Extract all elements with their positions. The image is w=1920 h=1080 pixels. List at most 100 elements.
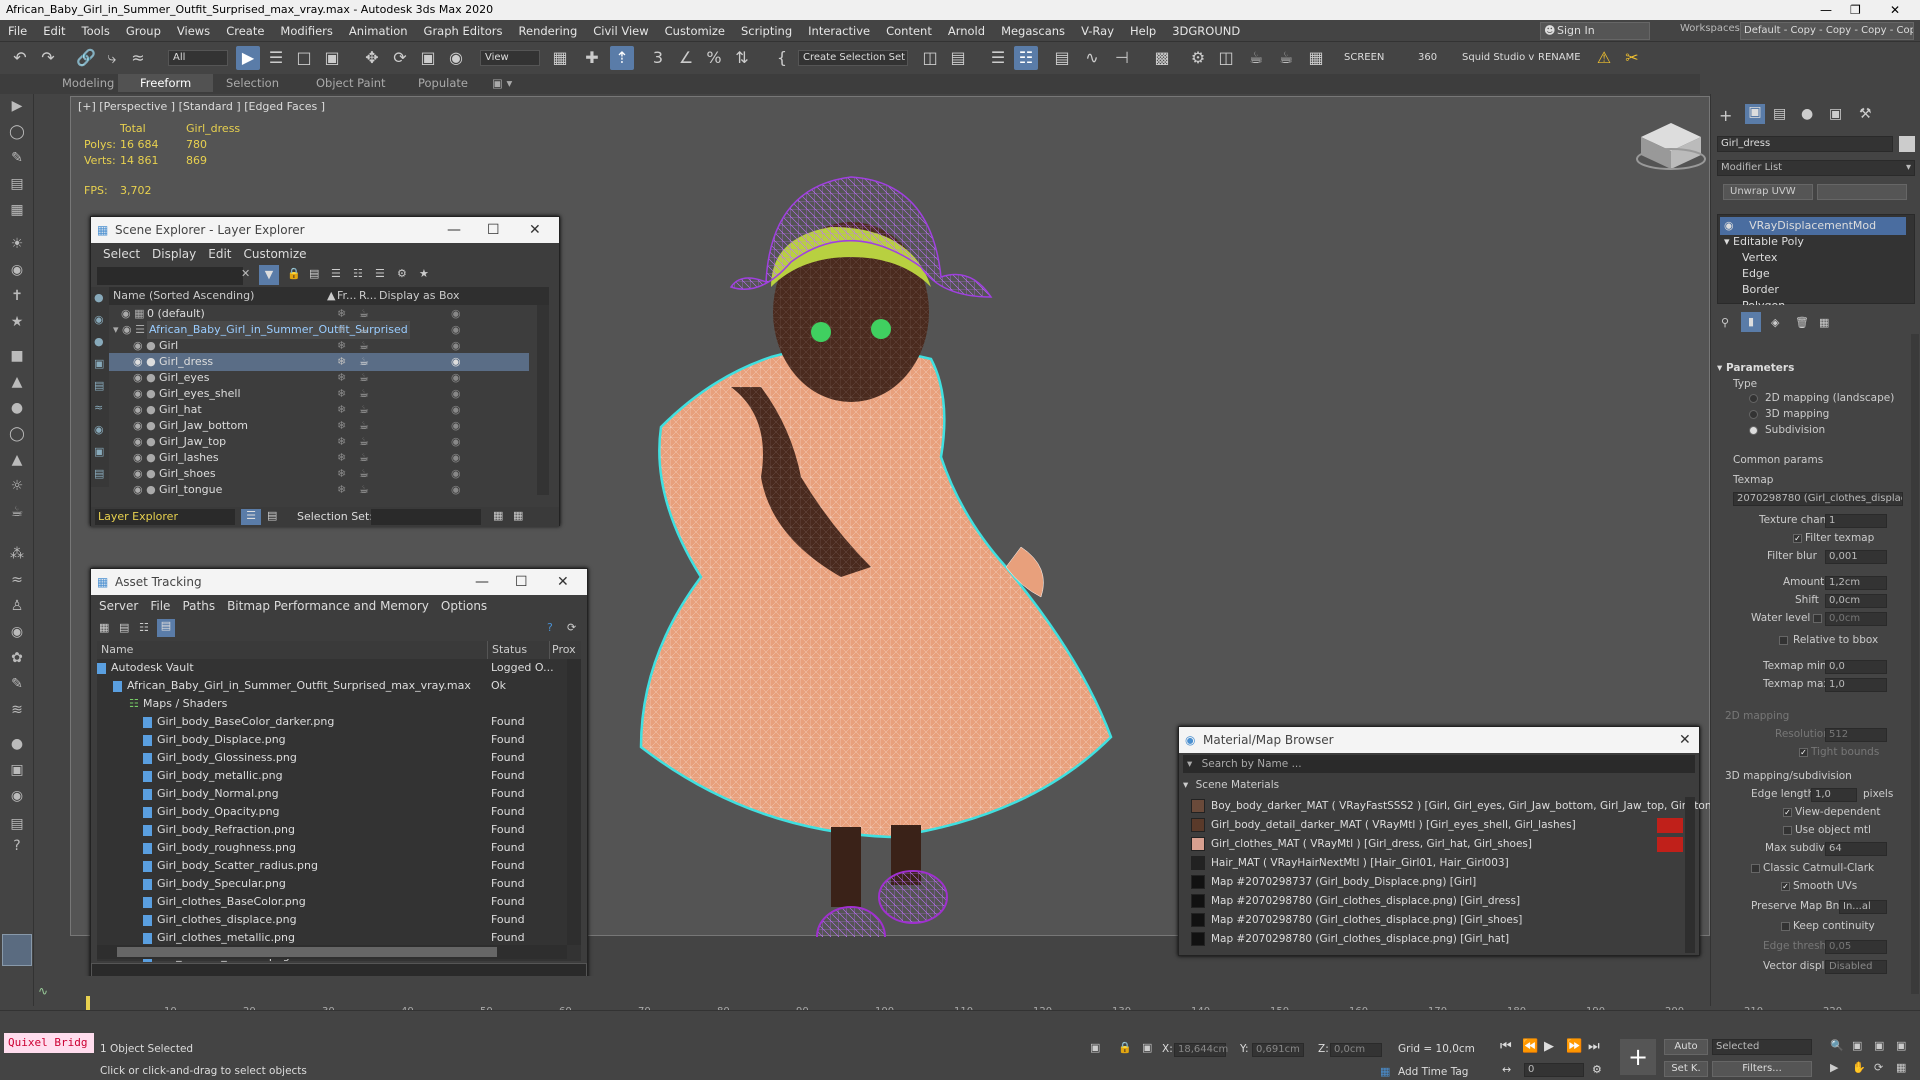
scale-icon[interactable]: ▣: [416, 46, 440, 70]
layer-settings-icon[interactable]: ⚙: [397, 267, 407, 280]
align-icon[interactable]: ▤: [946, 46, 970, 70]
menu-animation[interactable]: Animation: [341, 20, 416, 42]
reference-coordinate-dropdown[interactable]: View: [480, 50, 540, 66]
filter-icon[interactable]: ▼: [259, 265, 279, 285]
next-frame-icon[interactable]: ⏩: [1566, 1039, 1582, 1054]
vray-frame-buffer-icon[interactable]: ▦: [1304, 46, 1328, 70]
rename-button[interactable]: RENAME: [1538, 52, 1581, 63]
stack-item-polygon[interactable]: Polygon: [1742, 297, 1920, 305]
unwrap-uvw-button[interactable]: Unwrap UVW: [1723, 184, 1813, 200]
asset-row[interactable]: Girl_body_metallic.png Found: [97, 767, 567, 785]
modifier-list-dropdown[interactable]: Modifier List ▾: [1717, 160, 1915, 176]
render-production-icon[interactable]: ☕: [1244, 46, 1268, 70]
asset-row[interactable]: Girl_clothes_displace.png Found: [97, 911, 567, 929]
col-asset-proxy[interactable]: Prox: [549, 641, 576, 659]
light-icon[interactable]: ☼: [7, 476, 27, 496]
radio-subdivision[interactable]: [1749, 426, 1758, 435]
material-editor-icon[interactable]: ▩: [1150, 46, 1174, 70]
menu-content[interactable]: Content: [878, 20, 940, 42]
list-view-icon[interactable]: ▦: [99, 621, 109, 634]
material-browser-titlebar[interactable]: ◉ Material/Map Browser ✕: [1179, 727, 1699, 753]
col-freeze-header[interactable]: Fr...: [337, 287, 357, 305]
key-filters-button[interactable]: Filters...: [1712, 1061, 1812, 1077]
asset-row[interactable]: Girl_body_BaseColor_darker.png Found: [97, 713, 567, 731]
tab-freeform[interactable]: Freeform: [118, 74, 214, 92]
selection-filter-dropdown[interactable]: All: [168, 50, 228, 66]
rendered-frame-window-icon[interactable]: ◫: [1214, 46, 1238, 70]
asset-row[interactable]: Girl_body_Scatter_radius.png Found: [97, 857, 567, 875]
biped-icon[interactable]: ♙: [7, 596, 27, 616]
layer-highlight-icon[interactable]: ★: [419, 267, 429, 280]
rectangular-selection-icon[interactable]: □: [292, 46, 316, 70]
material-row[interactable]: Map #2070298780 (Girl_clothes_displace.p…: [1179, 930, 1699, 949]
maximize-button[interactable]: ❐: [1850, 0, 1861, 20]
leaf-icon[interactable]: ✿: [7, 648, 27, 668]
window-crossing-icon[interactable]: ▣: [320, 46, 344, 70]
warning-icon[interactable]: ⚠: [1592, 46, 1616, 70]
detail-view-icon[interactable]: ▤: [119, 621, 129, 634]
texture-chan-spinner[interactable]: 1: [1825, 514, 1887, 528]
create-tab-icon[interactable]: +: [1719, 106, 1732, 125]
add-to-layer-icon[interactable]: ☰: [331, 267, 341, 280]
grid-icon[interactable]: ▦: [7, 200, 27, 220]
asset-table-v-scrollbar[interactable]: [567, 659, 581, 945]
menu-megascans[interactable]: Megascans: [993, 20, 1073, 42]
at-menu-file[interactable]: File: [144, 599, 176, 613]
time-config-icon[interactable]: ⚙: [1592, 1063, 1602, 1076]
texmap-min-spinner[interactable]: 0,0: [1825, 660, 1887, 674]
se-menu-edit[interactable]: Edit: [202, 247, 237, 261]
shift-spinner[interactable]: 0,0cm: [1825, 594, 1887, 608]
timeline-track[interactable]: ∿: [34, 976, 1710, 1010]
lock-icon[interactable]: 🔒: [287, 267, 301, 280]
time-tag-icon[interactable]: ▦: [1380, 1065, 1390, 1078]
material-sphere-icon[interactable]: ●: [7, 734, 27, 754]
named-selection-set-dropdown[interactable]: Create Selection Set: [798, 50, 908, 66]
col-display-box-header[interactable]: Display as Box: [379, 287, 459, 305]
asset-row[interactable]: African_Baby_Girl_in_Summer_Outfit_Surpr…: [97, 677, 567, 695]
radio-3d-mapping[interactable]: [1749, 410, 1758, 419]
set-key-button[interactable]: Set K.: [1664, 1061, 1708, 1077]
asset-tracking-titlebar[interactable]: ▦ Asset Tracking — ☐ ✕: [91, 569, 587, 595]
modify-tab-icon[interactable]: ▣: [1745, 104, 1765, 124]
filter-blur-spinner[interactable]: 0,001: [1825, 550, 1887, 564]
use-object-mtl-checkbox[interactable]: [1783, 826, 1792, 835]
hierarchy-tab-icon[interactable]: ▤: [1773, 106, 1786, 122]
bone-icon[interactable]: ✝: [7, 286, 27, 306]
spinner-snap-icon[interactable]: ⇅: [730, 46, 754, 70]
box-icon[interactable]: ■: [7, 346, 27, 366]
menu-3dground[interactable]: 3DGROUND: [1164, 20, 1248, 42]
current-frame-field[interactable]: 0: [1524, 1063, 1584, 1077]
display-shapes-icon[interactable]: ●: [94, 335, 104, 348]
zoom-all-icon[interactable]: ▣: [1852, 1039, 1862, 1052]
material-row[interactable]: Hair_MAT ( VRayHairNextMtl ) [Hair_Girl0…: [1179, 854, 1699, 873]
texmap-button[interactable]: 2070298780 (Girl_clothes_displac: [1733, 492, 1903, 506]
material-browser-scrollbar[interactable]: [1685, 797, 1695, 953]
display-tab-icon[interactable]: ▣: [1829, 106, 1842, 122]
render-icon[interactable]: ▣: [7, 760, 27, 780]
material-row[interactable]: Map #2070298737 (Girl_body_Displace.png)…: [1179, 873, 1699, 892]
col-asset-status[interactable]: Status: [487, 641, 527, 659]
absolute-mode-icon[interactable]: ▣: [1142, 1041, 1152, 1054]
menu-civil-view[interactable]: Civil View: [585, 20, 656, 42]
material-row[interactable]: Girl_body_detail_darker_MAT ( VRayMtl ) …: [1179, 816, 1699, 835]
display-helpers-icon[interactable]: ≈: [94, 401, 103, 414]
object-name-field[interactable]: Girl_dress: [1717, 136, 1893, 152]
wind-icon[interactable]: ≈: [7, 570, 27, 590]
asset-row[interactable]: ☷ Maps / Shaders: [97, 695, 567, 713]
search-options-icon[interactable]: ▾: [1187, 758, 1192, 770]
place-icon[interactable]: ◉: [444, 46, 468, 70]
vray-icon[interactable]: ◉: [7, 786, 27, 806]
render-iterative-icon[interactable]: ☕: [1274, 46, 1298, 70]
scene-explorer-maximize[interactable]: ☐: [487, 217, 500, 243]
menu-group[interactable]: Group: [118, 20, 169, 42]
asset-row[interactable]: Girl_body_roughness.png Found: [97, 839, 567, 857]
go-to-end-icon[interactable]: ⏭: [1588, 1039, 1600, 1054]
menu-modifiers[interactable]: Modifiers: [272, 20, 341, 42]
viewport-layout-icon[interactable]: [2, 934, 32, 966]
show-end-result-icon[interactable]: ▮: [1741, 312, 1761, 332]
x-coordinate-field[interactable]: 18,644cm: [1174, 1043, 1228, 1057]
pin-stack-icon[interactable]: ⚲: [1721, 316, 1729, 329]
keep-continuity-checkbox[interactable]: [1781, 922, 1790, 931]
new-layer-icon[interactable]: ▤: [309, 267, 319, 280]
empty-modifier-button[interactable]: [1817, 184, 1907, 200]
